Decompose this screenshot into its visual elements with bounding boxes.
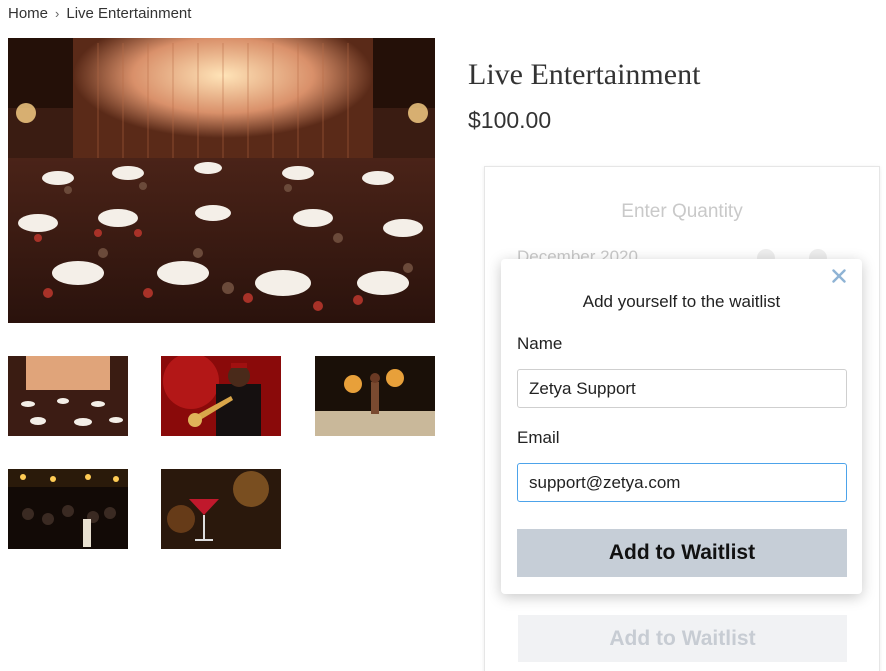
close-icon[interactable] — [828, 265, 850, 287]
thumbnail-cocktail-bar[interactable] — [161, 469, 281, 549]
breadcrumb: Home › Live Entertainment — [8, 5, 191, 22]
main-product-image[interactable] — [8, 38, 435, 323]
name-field[interactable] — [517, 369, 847, 408]
product-price: $100.00 — [468, 107, 552, 133]
email-field[interactable] — [517, 463, 847, 502]
thumbnail-nightclub-crowd[interactable] — [8, 469, 128, 549]
breadcrumb-current: Live Entertainment — [66, 5, 192, 22]
breadcrumb-separator: › — [55, 6, 60, 21]
email-label: Email — [517, 428, 560, 447]
breadcrumb-home-link[interactable]: Home — [8, 5, 48, 22]
add-to-waitlist-button[interactable]: Add to Waitlist — [517, 529, 847, 577]
name-label: Name — [517, 334, 563, 353]
modal-title: Add yourself to the waitlist — [582, 292, 781, 311]
add-to-waitlist-button-background[interactable]: Add to Waitlist — [518, 615, 847, 662]
waitlist-modal: Add yourself to the waitlist Name Email … — [501, 259, 862, 594]
thumbnail-fire-dancer[interactable] — [315, 356, 435, 436]
thumbnail-dinner-theater[interactable] — [8, 356, 128, 436]
product-title: Live Entertainment — [468, 58, 701, 91]
thumbnail-trumpet-player[interactable] — [161, 356, 281, 436]
quantity-label: Enter Quantity — [621, 201, 743, 222]
